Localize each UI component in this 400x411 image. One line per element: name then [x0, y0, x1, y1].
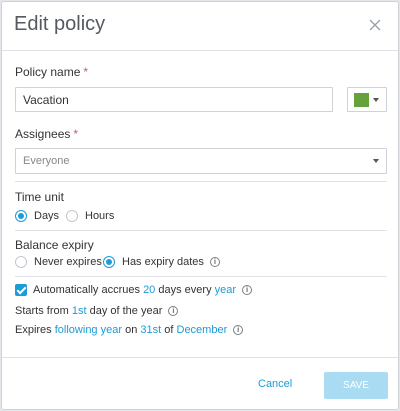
starts-from-suffix: day of the year [89, 305, 163, 317]
accrual-prefix: Automatically accrues [33, 284, 140, 296]
dialog-title: Edit policy [14, 13, 106, 35]
assignees-select[interactable]: Everyone [15, 148, 387, 174]
expires-row: Expires following year on 31st of Decemb… [15, 324, 244, 336]
expires-of-text: of [164, 324, 174, 336]
accrual-amount-link[interactable]: 20 [143, 284, 155, 296]
radio-never-expires-label: Never expires [34, 256, 102, 268]
color-swatch [354, 93, 369, 107]
info-icon[interactable]: i [233, 325, 244, 335]
expires-day-link[interactable]: 31st [140, 324, 161, 336]
save-button[interactable]: SAVE [324, 372, 388, 399]
balance-expiry-label: Balance expiry [15, 238, 94, 252]
expires-prefix: Expires [15, 324, 52, 336]
expires-when-link[interactable]: following year [55, 324, 122, 336]
radio-unselected-icon [66, 210, 78, 222]
accrual-middle-text: days every [158, 284, 212, 296]
assignees-label: Assignees * [15, 127, 79, 141]
accrual-row: Automatically accrues 20 days every year… [15, 284, 253, 296]
info-icon[interactable]: i [168, 306, 179, 316]
radio-unselected-icon [15, 256, 27, 268]
starts-from-prefix: Starts from [15, 305, 69, 317]
footer-divider [2, 357, 400, 358]
radio-hours-label: Hours [85, 210, 115, 222]
accrual-checkbox[interactable] [15, 284, 27, 296]
chevron-down-icon [373, 159, 379, 163]
time-unit-label: Time unit [15, 190, 64, 204]
expires-on-text: on [125, 324, 138, 336]
policy-name-input[interactable] [15, 87, 333, 112]
info-icon[interactable]: i [242, 285, 253, 295]
cancel-button[interactable]: Cancel [258, 378, 292, 390]
radio-selected-icon [15, 210, 27, 222]
radio-days-label: Days [34, 210, 60, 222]
required-mark: * [83, 65, 89, 79]
radio-selected-icon [103, 256, 115, 268]
required-mark: * [73, 127, 79, 141]
divider [15, 276, 387, 277]
starts-from-day-link[interactable]: 1st [72, 305, 87, 317]
radio-never-expires[interactable]: Never expires [15, 256, 102, 268]
info-icon[interactable]: i [209, 257, 220, 267]
radio-has-expiry-dates-label: Has expiry dates [122, 256, 204, 268]
edit-policy-dialog: Edit policy Policy name* Assignees* Ever… [1, 1, 400, 410]
starts-from-row: Starts from 1st day of the year i [15, 305, 179, 317]
radio-days[interactable]: Days [15, 210, 59, 222]
radio-hours[interactable]: Hours [66, 210, 114, 222]
dialog-header: Edit policy [2, 2, 398, 51]
divider [15, 181, 387, 182]
color-picker-button[interactable] [347, 87, 387, 112]
expires-month-link[interactable]: December [177, 324, 228, 336]
close-icon[interactable] [368, 18, 382, 32]
assignees-value: Everyone [23, 155, 70, 167]
policy-name-label: Policy name * [15, 65, 89, 79]
radio-has-expiry-dates[interactable]: Has expiry dates i [103, 256, 220, 268]
divider [15, 230, 387, 231]
chevron-down-icon [373, 98, 379, 102]
accrual-period-link[interactable]: year [215, 284, 236, 296]
